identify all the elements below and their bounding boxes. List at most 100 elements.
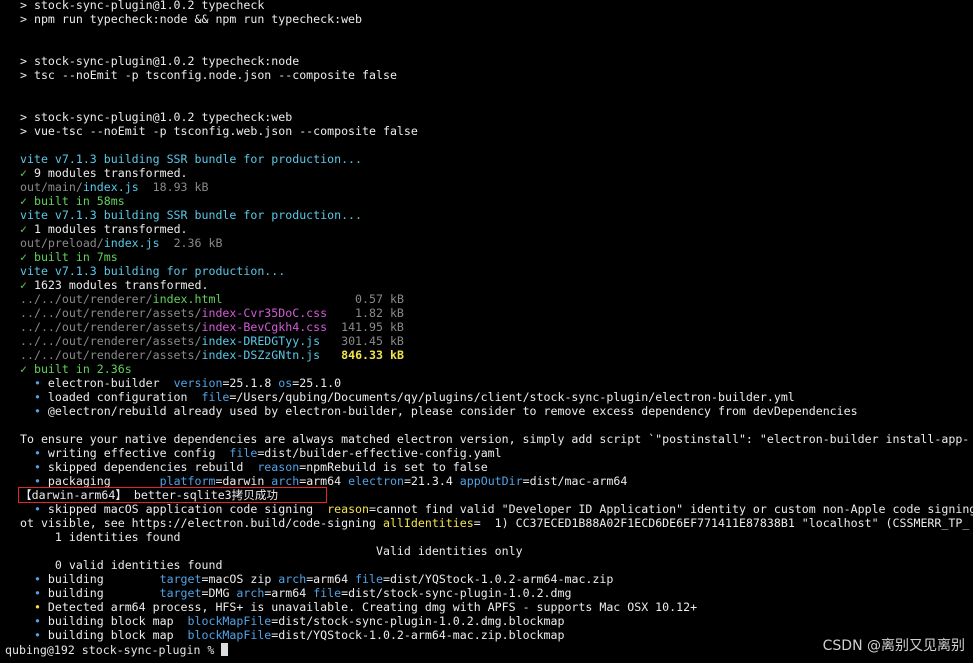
terminal-text: ../../out/renderer/assets/ [20,320,202,334]
terminal-line: > vue-tsc --noEmit -p tsconfig.web.json … [20,124,973,138]
terminal-text: • [20,502,48,516]
terminal-line: ✓ built in 2.36s [20,362,973,376]
terminal-text: > vue-tsc --noEmit -p tsconfig.web.json … [20,124,418,138]
terminal-line: • building target=macOS zip arch=arm64 f… [20,572,973,586]
terminal-text: index-DSZzGNtn.js [201,348,321,362]
terminal-text: ✓ built in 58ms [20,194,125,208]
terminal-line: ../../out/renderer/assets/index-Cvr35DoC… [20,306,973,320]
terminal-line: To ensure your native dependencies are a… [20,432,973,446]
terminal-output[interactable]: > stock-sync-plugin@1.0.2 typecheck > npm… [20,0,973,663]
terminal-line: out/preload/index.js 2.36 kB [20,236,973,250]
terminal-text: ../../out/renderer/ [20,292,153,306]
terminal-text: target [159,572,202,586]
highlight-box [18,487,327,503]
terminal-text: =darwin [215,474,272,488]
terminal-text: • [20,376,48,390]
terminal-text: arch [236,586,265,600]
terminal-text: ✓ built in 2.36s [20,362,132,376]
terminal-line: > stock-sync-plugin@1.0.2 typecheck [20,0,973,12]
terminal-line: • packaging platform=darwin arch=arm64 e… [20,474,973,488]
terminal-line: > stock-sync-plugin@1.0.2 typecheck:web [20,110,973,124]
terminal-text: =DMG [201,586,237,600]
terminal-text: > stock-sync-plugin@1.0.2 typecheck:web [20,110,293,124]
terminal-line: • writing effective config file=dist/bui… [20,446,973,460]
terminal-line: ✓ 1 modules transformed. [20,222,973,236]
terminal-text: 1 modules transformed. [33,222,188,236]
terminal-line: • skipped dependencies rebuild reason=np… [20,460,973,474]
terminal-text: blockMapFile [187,614,272,628]
terminal-text: • [20,628,48,642]
terminal-text: 846.33 kB [341,348,404,362]
terminal-text: index-Cvr35DoC.css [201,306,328,320]
terminal-text: 0.57 kB [222,292,404,306]
terminal-text: building block map [47,628,188,642]
terminal-text: 2.36 kB [159,236,223,250]
terminal-line: • Detected arm64 process, HFS+ is unavai… [20,600,973,614]
terminal-text: building [47,586,160,600]
terminal-text: os [278,376,293,390]
terminal-text: out/main/ [20,180,83,194]
terminal-text: • [20,572,48,586]
terminal-text: =dist/stock-sync-plugin-1.0.2.dmg.blockm… [271,614,565,628]
terminal-line: > stock-sync-plugin@1.0.2 typecheck:node [20,54,973,68]
terminal-text: =25.1.8 [222,376,279,390]
terminal-text: • [20,586,48,600]
terminal-text: • [20,390,48,404]
terminal-line: > tsc --noEmit -p tsconfig.node.json --c… [20,68,973,82]
terminal-text: ot visible, see https://electron.build/c… [20,516,383,530]
terminal-text: 9 modules transformed. [33,166,188,180]
terminal-text: file [201,390,230,404]
terminal-text: index.html [152,292,223,306]
terminal-text: ../../out/renderer/assets/ [20,348,202,362]
terminal-line: ../../out/renderer/assets/index-DREDGTyy… [20,334,973,348]
terminal-text: • [20,446,48,460]
terminal-line: • @electron/rebuild already used by elec… [20,404,973,418]
terminal-text: reason [257,460,300,474]
terminal-text: 1.82 kB [327,306,404,320]
terminal-line: • building block map blockMapFile=dist/s… [20,614,973,628]
terminal-text: vite v7.1.3 building for production... [20,264,286,278]
terminal-text: allIdentities [382,516,474,530]
terminal-text: writing effective config [47,446,230,460]
terminal-text: =dist/builder-effective-config.yaml [257,446,502,460]
terminal-text: ✓ [20,222,34,236]
terminal-line: ✓ 9 modules transformed. [20,166,973,180]
terminal-text: index-BevCgkh4.css [201,320,328,334]
terminal-text: 1 identities found [20,530,181,544]
terminal-line: vite v7.1.3 building SSR bundle for prod… [20,208,973,222]
terminal-text: file [229,446,258,460]
terminal-text: ✓ [20,166,34,180]
watermark: CSDN @离别又见离别 [822,638,965,654]
prompt-text: qubing@192 stock-sync-plugin % [5,643,222,657]
terminal-line: Valid identities only [20,544,973,558]
shell-prompt[interactable]: qubing@192 stock-sync-plugin % [5,643,229,657]
terminal-text: skipped macOS application code signing [47,502,328,516]
terminal-text: index-DREDGTyy.js [201,334,321,348]
terminal-text: > tsc --noEmit -p tsconfig.node.json --c… [20,68,397,82]
terminal-text: =arm64 [306,572,356,586]
terminal-line: vite v7.1.3 building for production... [20,264,973,278]
terminal-line: ot visible, see https://electron.build/c… [20,516,973,530]
terminal-text: @electron/rebuild already used by electr… [47,404,858,418]
terminal-text: =dist/YQStock-1.0.2-arm64-mac.zip.blockm… [271,628,565,642]
terminal-text: building block map [47,614,188,628]
terminal-text: vite v7.1.3 building SSR bundle for prod… [20,208,363,222]
terminal-line: ../../out/renderer/index.html 0.57 kB [20,292,973,306]
terminal-text: • [20,474,48,488]
terminal-text: platform [159,474,216,488]
terminal-text: =npmRebuild is set to false [299,460,488,474]
terminal-text: index.js [103,236,160,250]
terminal-text: =dist/mac-arm64 [522,474,628,488]
terminal-text: electron [348,474,404,488]
terminal-text: Valid identities only [20,544,523,558]
terminal-text: =dist/stock-sync-plugin-1.0.2.dmg [341,586,572,600]
terminal-text: blockMapFile [187,628,272,642]
terminal-text: =arm64 [264,586,314,600]
terminal-text: electron-builder [47,376,174,390]
terminal-text: 18.93 kB [138,180,209,194]
